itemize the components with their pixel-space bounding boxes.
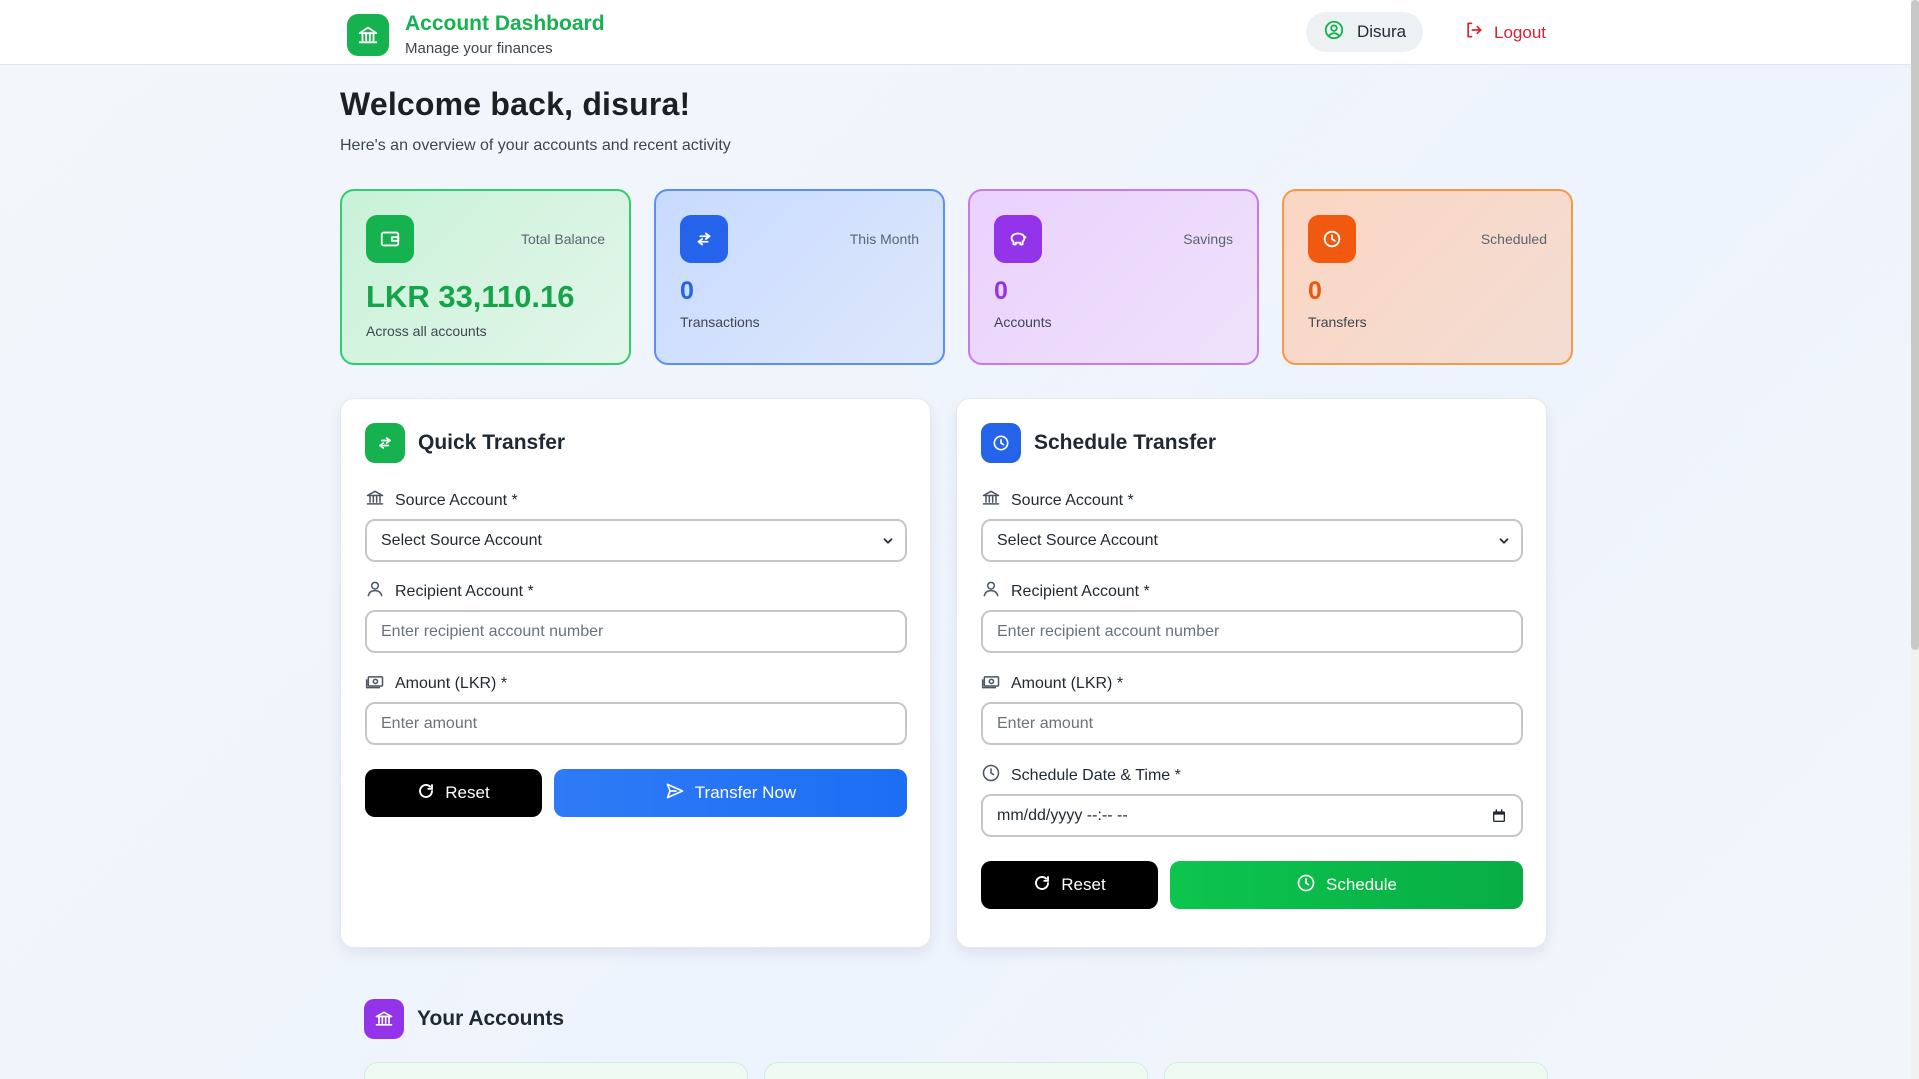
user-name: Disura [1357,22,1407,41]
reset-button[interactable]: Reset [981,861,1158,909]
stat-card-scheduled: Scheduled 0 Transfers [1282,189,1573,365]
top-bar: Account Dashboard Manage your finances D… [0,0,1919,65]
stat-card-this-month: This Month 0 Transactions [654,189,945,365]
stat-value: LKR 33,110.16 [366,279,575,314]
bank-icon [981,488,1001,513]
user-circle-icon [1323,19,1345,46]
stat-label: Scheduled [1480,231,1547,247]
user-chip[interactable]: Disura [1306,12,1423,52]
quick-transfer-panel: Quick Transfer Source Account * Select S… [340,398,931,948]
stat-label: Savings [1183,231,1233,247]
source-account-label: Source Account * [365,488,518,513]
panel-title: Quick Transfer [418,431,566,454]
stat-label: This Month [849,231,919,247]
user-icon [365,579,385,604]
swap-arrows-icon [680,215,728,263]
welcome-subtext: Here's an overview of your accounts and … [340,137,731,154]
logout-button[interactable]: Logout [1464,20,1546,45]
piggy-bank-icon [994,215,1042,263]
stat-value: 0 [680,277,694,305]
brand: Account Dashboard Manage your finances [347,12,605,57]
app-subtitle: Manage your finances [405,40,553,57]
clock-icon [981,423,1021,463]
wallet-icon [366,215,414,263]
page-scrollbar[interactable] [1911,0,1919,1079]
calendar-icon[interactable] [1491,808,1507,829]
clock-icon [981,763,1001,788]
amount-input[interactable]: Enter amount [981,702,1523,745]
section-title: Your Accounts [417,1007,565,1030]
cash-icon [365,671,385,696]
stat-sub: Across all accounts [366,323,487,339]
your-accounts-header: Your Accounts [364,999,564,1039]
schedule-button[interactable]: Schedule [1170,861,1523,909]
logout-icon [1464,20,1484,45]
bank-icon [365,488,385,513]
scrollbar-thumb[interactable] [1911,0,1919,650]
amount-input[interactable]: Enter amount [365,702,907,745]
schedule-datetime-label: Schedule Date & Time * [981,763,1181,788]
source-account-label: Source Account * [981,488,1134,513]
stat-sub: Transfers [1308,314,1367,330]
stat-label: Total Balance [520,231,605,247]
transfer-now-button[interactable]: Transfer Now [554,769,907,817]
panel-title: Schedule Transfer [1034,431,1217,454]
app-title: Account Dashboard [405,12,605,35]
stat-value: 0 [1308,277,1322,305]
clock-icon [1296,873,1316,898]
chevron-down-icon [881,534,895,553]
account-card[interactable] [764,1062,1148,1079]
stat-sub: Accounts [994,314,1052,330]
welcome-heading: Welcome back, disura! [340,86,691,122]
refresh-icon [1033,874,1051,897]
reset-button[interactable]: Reset [365,769,542,817]
recipient-account-label: Recipient Account * [981,579,1150,604]
stat-card-total-balance: Total Balance LKR 33,110.16 Across all a… [340,189,631,365]
stat-sub: Transactions [680,314,760,330]
account-card[interactable] [1164,1062,1548,1079]
bank-icon [347,13,389,56]
logout-label: Logout [1494,22,1546,42]
amount-label: Amount (LKR) * [981,671,1123,696]
schedule-datetime-input[interactable]: mm/dd/yyyy --:-- -- [981,794,1523,837]
recipient-account-label: Recipient Account * [365,579,534,604]
send-icon [665,781,685,806]
refresh-icon [417,782,435,805]
clock-icon [1308,215,1356,263]
swap-arrows-icon [365,423,405,463]
stat-card-savings: Savings 0 Accounts [968,189,1259,365]
bank-icon [364,999,404,1039]
recipient-account-input[interactable]: Enter recipient account number [981,610,1523,653]
source-account-select[interactable]: Select Source Account [981,519,1523,562]
welcome-section: Welcome back, disura! Here's an overview… [340,86,731,155]
user-icon [981,579,1001,604]
stat-value: 0 [994,277,1008,305]
recipient-account-input[interactable]: Enter recipient account number [365,610,907,653]
amount-label: Amount (LKR) * [365,671,507,696]
schedule-transfer-panel: Schedule Transfer Source Account * Selec… [956,398,1547,948]
cash-icon [981,671,1001,696]
account-card[interactable] [364,1062,748,1079]
chevron-down-icon [1497,534,1511,553]
source-account-select[interactable]: Select Source Account [365,519,907,562]
